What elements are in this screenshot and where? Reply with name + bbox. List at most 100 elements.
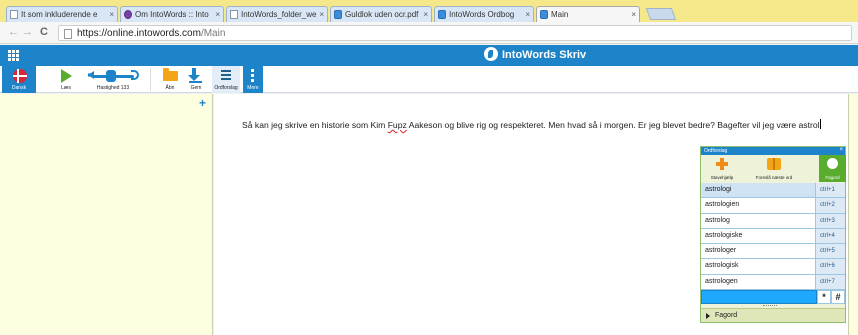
blue-icon	[334, 10, 342, 19]
close-tab-icon[interactable]: ×	[525, 10, 530, 19]
blocks-icon	[767, 158, 781, 170]
close-icon[interactable]: ×	[839, 147, 843, 153]
suggestion-item[interactable]: astrologen ctrl+7	[701, 274, 845, 291]
hash-button[interactable]: #	[831, 290, 845, 304]
suggestion-word: astrologien	[705, 201, 740, 209]
shortcut-label: ctrl+4	[815, 228, 845, 244]
asterisk-button[interactable]: *	[817, 290, 831, 304]
subject-words-footer[interactable]: Fagord	[701, 308, 845, 322]
toolbar-divider	[150, 68, 151, 91]
tab-title: IntoWords Ordbog	[449, 10, 515, 19]
reload-icon[interactable]: C	[40, 26, 48, 38]
browser-tab[interactable]: Om IntoWords :: Into ×	[120, 6, 224, 22]
suggestion-word: astrologi	[705, 186, 732, 193]
back-icon[interactable]: ←	[8, 26, 19, 38]
url-input[interactable]: https://online.intowords.com/Main	[58, 25, 852, 41]
text-segment: Så kan jeg skrive en historie som Kim	[242, 120, 388, 130]
app-header: IntoWords Skriv	[0, 45, 858, 66]
panel-header[interactable]: Ordforslag ×	[701, 147, 845, 155]
tab-title: IntoWords_folder_we	[241, 10, 317, 19]
text-cursor	[819, 119, 821, 129]
danish-flag-icon	[13, 69, 27, 83]
suggestion-item[interactable]: astrologer ctrl+5	[701, 244, 845, 260]
shortcut-label: ctrl+6	[815, 259, 845, 274]
suggestion-word: astrolog	[705, 216, 730, 224]
address-bar-row: ← → C https://online.intowords.com/Main	[0, 22, 858, 44]
language-button[interactable]: Dansk	[2, 66, 36, 93]
suggestion-item[interactable]: astrologisk ctrl+6	[701, 259, 845, 275]
url-host: https://online.intowords.com	[77, 28, 201, 39]
page-icon	[64, 29, 72, 39]
blue-icon	[438, 10, 446, 19]
browser-tab[interactable]: IntoWords Ordbog ×	[434, 6, 534, 22]
folder-icon	[163, 68, 178, 81]
subject-words-button[interactable]: Fagord	[819, 155, 846, 182]
resize-grip[interactable]	[763, 305, 777, 307]
suggestion-item[interactable]: astrologi ctrl+1	[701, 183, 845, 199]
brand-title: IntoWords Skriv	[502, 48, 587, 61]
suggestion-item[interactable]: astrolog ctrl+3	[701, 213, 845, 229]
suggestion-word: astrologiske	[705, 231, 743, 239]
suggest-next-label: Foreslå næste ord	[755, 175, 793, 180]
download-icon	[188, 68, 200, 81]
download-base-icon	[189, 81, 202, 83]
spelling-help-label: Stavehjælp	[710, 175, 734, 180]
apps-grid-icon[interactable]	[8, 50, 19, 61]
plus-cross-icon	[716, 158, 728, 170]
subject-words-label: Fagord	[825, 175, 840, 180]
plus-icon[interactable]: +	[199, 96, 206, 110]
tab-title: Om IntoWords :: Into	[135, 10, 209, 19]
shortcut-label: ctrl+7	[815, 274, 845, 290]
footer-label: Fagord	[715, 312, 738, 319]
text-segment: Aakeson og blive rig og respekteret. Men…	[406, 120, 820, 130]
close-tab-icon[interactable]: ×	[215, 10, 220, 19]
misspelled-word[interactable]: Fupz	[388, 120, 407, 130]
close-tab-icon[interactable]: ×	[423, 10, 428, 19]
blue-icon	[540, 10, 548, 19]
forward-icon[interactable]: →	[22, 26, 33, 38]
speaker-loud-icon	[131, 70, 139, 80]
list-icon	[221, 70, 231, 82]
shortcut-label: ctrl+1	[815, 183, 845, 198]
slider-knob[interactable]	[106, 70, 116, 82]
word-suggestion-panel: Ordforslag × Stavehjælp Foreslå næste or…	[700, 146, 846, 323]
open-button[interactable]: Åbn	[159, 66, 181, 93]
tab-title: Main	[551, 10, 569, 19]
purple-icon	[124, 10, 132, 19]
panel-tools: Stavehjælp Foreslå næste ord Fagord	[701, 155, 846, 182]
word-suggestions-button[interactable]: Ordforslag	[212, 66, 240, 93]
intowords-logo-icon	[484, 47, 498, 61]
new-tab-button[interactable]	[645, 8, 677, 20]
suggestion-item[interactable]: astrologiske ctrl+4	[701, 228, 845, 245]
suggest-next-word-button[interactable]: Foreslå næste ord	[747, 155, 801, 182]
suggestion-item[interactable]: astrologien ctrl+2	[701, 198, 845, 214]
speed-slider[interactable]: Hastighed 133	[84, 66, 142, 93]
close-tab-icon[interactable]: ×	[631, 10, 636, 19]
toolbar: Dansk Læs Hastighed 133 Åbn Gem Ordforsl…	[0, 66, 858, 93]
save-button[interactable]: Gem	[184, 66, 208, 93]
tab-title: It som inkluderende e	[21, 10, 98, 19]
subject-words-icon	[827, 158, 838, 169]
document-text[interactable]: Så kan jeg skrive en historie som Kim Fu…	[242, 119, 822, 132]
spelling-help-button[interactable]: Stavehjælp	[703, 155, 741, 182]
left-side-panel: +	[0, 94, 213, 335]
more-dots-icon	[251, 69, 254, 84]
url-path: /Main	[200, 28, 226, 39]
browser-tab[interactable]: IntoWords_folder_we ×	[226, 6, 328, 22]
browser-tab[interactable]: It som inkluderende e ×	[6, 6, 118, 22]
read-button[interactable]: Læs	[54, 66, 78, 93]
panel-title: Ordforslag	[704, 148, 728, 154]
expand-triangle-icon	[706, 313, 710, 319]
suggestion-word: astrologisk	[705, 262, 739, 270]
screen: It som inkluderende e × Om IntoWords :: …	[0, 0, 858, 335]
speed-label: Hastighed 133	[96, 85, 130, 91]
suggestion-input[interactable]	[701, 290, 817, 304]
word-suggestions-label: Ordforslag	[214, 85, 238, 91]
close-tab-icon[interactable]: ×	[109, 10, 114, 19]
more-button[interactable]: Mere	[243, 66, 263, 93]
tab-title: Guldlok uden ocr.pdf	[345, 10, 419, 19]
close-tab-icon[interactable]: ×	[319, 10, 324, 19]
browser-tab-active[interactable]: Main ×	[536, 6, 640, 23]
suggestion-word: astrologer	[705, 247, 737, 255]
browser-tab[interactable]: Guldlok uden ocr.pdf ×	[330, 6, 432, 22]
